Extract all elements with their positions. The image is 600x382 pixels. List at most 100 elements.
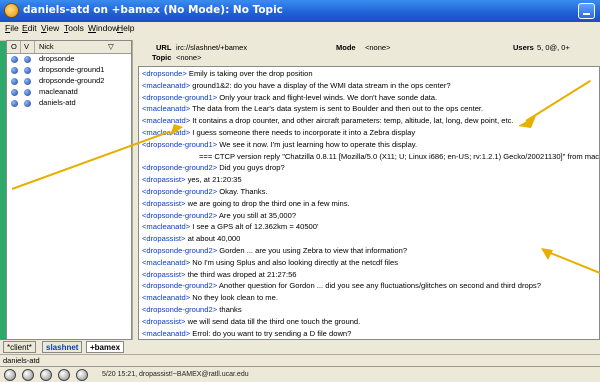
message-nick[interactable]: <dropsonde-ground2> (142, 211, 217, 220)
message-text: Gorden ... are you using Zebra to view t… (217, 246, 408, 255)
mode-value: <none> (365, 43, 391, 52)
message-text: Emily is taking over the drop position (186, 69, 313, 78)
connection-status-icon[interactable] (4, 369, 16, 381)
message-nick[interactable]: <dropassist> (142, 270, 185, 279)
privacy-icon[interactable] (58, 369, 70, 381)
voice-status-icon (24, 67, 31, 74)
status-text: 5/20 15:21, dropassist!~BAMEX@ratll.ucar… (102, 371, 249, 378)
users-label: Users (513, 43, 534, 52)
message-text: ground1&2: do you have a display of the … (190, 80, 451, 90)
url-value[interactable]: irc://slashnet/+bamex (176, 43, 247, 52)
header-voice[interactable]: V (24, 42, 29, 51)
input-nick-value: daniels-atd (3, 356, 40, 365)
message-text: Another question for Gordon ... did you … (217, 281, 541, 291)
menu-view[interactable]: View (41, 23, 59, 33)
header-divider (34, 41, 35, 53)
chat-message: <dropsonde-ground2> Gorden ... are you u… (142, 246, 407, 255)
message-text: Only your track and flight-level winds. … (217, 92, 438, 102)
nick-row[interactable]: macleanatd (7, 87, 131, 98)
chat-message: === CTCP version reply "Chatzilla 0.8.11… (199, 152, 599, 161)
header-op[interactable]: O (11, 42, 17, 51)
message-text: thanks (217, 305, 242, 314)
message-nick[interactable]: <dropassist> (142, 175, 185, 184)
chat-message: <dropassist> yes, at 21:20:35 (142, 175, 242, 184)
message-nick[interactable]: <macleanatd> (142, 258, 190, 267)
nick-name: dropsonde-ground2 (39, 76, 105, 85)
tab-bamex[interactable]: +bamex (86, 341, 125, 353)
chat-message: <dropsonde> Emily is taking over the dro… (142, 69, 313, 78)
chat-message: <macleanatd> No I'm using Splus and also… (142, 258, 398, 267)
message-nick[interactable]: <dropsonde-ground1> (142, 140, 217, 149)
chatzilla-logo-icon (4, 3, 19, 18)
message-nick[interactable]: <macleanatd> (142, 104, 190, 113)
chat-message: <dropsonde-ground2> thanks (142, 305, 242, 314)
message-nick[interactable]: <dropassist> (142, 234, 185, 243)
menu-bar: File Edit View Tools Window Help (0, 22, 600, 36)
message-nick[interactable]: <macleanatd> (142, 81, 190, 90)
message-text: at about 40,000 (185, 234, 241, 244)
message-text: Did you guys drop? (217, 163, 285, 173)
message-nick[interactable]: <dropassist> (142, 199, 185, 208)
message-text: Errol: do you want to try sending a D fi… (190, 328, 352, 338)
nick-name: macleanatd (39, 87, 78, 96)
nick-name: daniels-atd (39, 98, 76, 107)
message-text: we will send data till the third one tou… (185, 316, 361, 326)
menu-file[interactable]: File (5, 23, 19, 33)
message-nick[interactable]: <dropsonde-ground2> (142, 281, 217, 290)
url-label: URL (156, 43, 172, 52)
message-nick[interactable]: <dropsonde-ground2> (142, 305, 217, 314)
nick-row[interactable]: dropsonde (7, 54, 131, 65)
op-status-icon (11, 100, 18, 107)
message-text: I guess someone there needs to incorpora… (190, 128, 416, 137)
title-bar[interactable]: daniels-atd on +bamex (No Mode): No Topi… (0, 0, 600, 22)
message-nick[interactable]: <dropassist> (142, 317, 185, 326)
users-value: 5, 0@, 0+ (537, 43, 570, 52)
header-nick[interactable]: Nick (39, 42, 54, 51)
chat-message: <macleanatd> No they look clean to me. (142, 293, 278, 302)
chat-message: <dropassist> at about 40,000 (142, 234, 240, 243)
minimize-button[interactable] (578, 3, 595, 19)
activity-icon[interactable] (40, 369, 52, 381)
message-text: I see a GPS alt of 12.362km = 40500' (190, 222, 319, 232)
status-bar: 5/20 15:21, dropassist!~BAMEX@ratll.ucar… (0, 366, 600, 382)
message-text: It contains a drop counter, and other ai… (190, 116, 514, 126)
message-text: No they look clean to me. (190, 293, 278, 303)
message-nick[interactable]: <macleanatd> (142, 329, 190, 338)
chat-message: <dropassist> the third was droped at 21:… (142, 270, 297, 279)
message-nick[interactable]: <dropsonde> (142, 69, 187, 78)
nick-row[interactable]: daniels-atd (7, 98, 131, 109)
menu-help[interactable]: Help (117, 23, 134, 33)
message-nick[interactable]: <macleanatd> (142, 293, 190, 302)
nick-row[interactable]: dropsonde-ground1 (7, 65, 131, 76)
chat-message: <dropassist> we will send data till the … (142, 317, 360, 326)
message-text: we are going to drop the third one in a … (185, 198, 350, 208)
message-nick[interactable]: <macleanatd> (142, 222, 190, 231)
tab-slashnet[interactable]: slashnet (42, 341, 83, 353)
ssl-icon[interactable] (76, 369, 88, 381)
chat-message: <dropsonde-ground2> Are you still at 35,… (142, 211, 296, 220)
menu-tools[interactable]: Tools (64, 23, 84, 33)
menu-window[interactable]: Window (88, 23, 118, 33)
topic-label: Topic (152, 53, 172, 62)
chat-message: <dropassist> we are going to drop the th… (142, 199, 350, 208)
voice-status-icon (24, 78, 31, 85)
message-nick[interactable]: <dropsonde-ground2> (142, 187, 217, 196)
message-nick[interactable]: <dropsonde-ground1> (142, 93, 217, 102)
message-nick[interactable]: <macleanatd> (142, 116, 190, 125)
chat-message: <macleanatd> I see a GPS alt of 12.362km… (142, 222, 318, 231)
security-icon[interactable] (22, 369, 34, 381)
message-nick[interactable]: <dropsonde-ground2> (142, 163, 217, 172)
message-text: yes, at 21:20:35 (185, 175, 242, 185)
menu-edit[interactable]: Edit (22, 23, 37, 33)
chat-message: <dropsonde-ground2> Okay. Thanks. (142, 187, 268, 196)
chat-log[interactable]: <dropsonde> Emily is taking over the dro… (138, 66, 600, 340)
chatzilla-window: daniels-atd on +bamex (No Mode): No Topi… (0, 0, 600, 382)
tab-client[interactable]: *client* (3, 341, 36, 353)
message-nick[interactable]: <dropsonde-ground2> (142, 246, 217, 255)
voice-status-icon (24, 56, 31, 63)
nick-row[interactable]: dropsonde-ground2 (7, 76, 131, 87)
message-text: Okay. Thanks. (217, 187, 268, 196)
chat-message: <dropsonde-ground1> Only your track and … (142, 93, 437, 102)
voice-status-icon (24, 100, 31, 107)
message-text: Are you still at 35,000? (217, 210, 297, 220)
